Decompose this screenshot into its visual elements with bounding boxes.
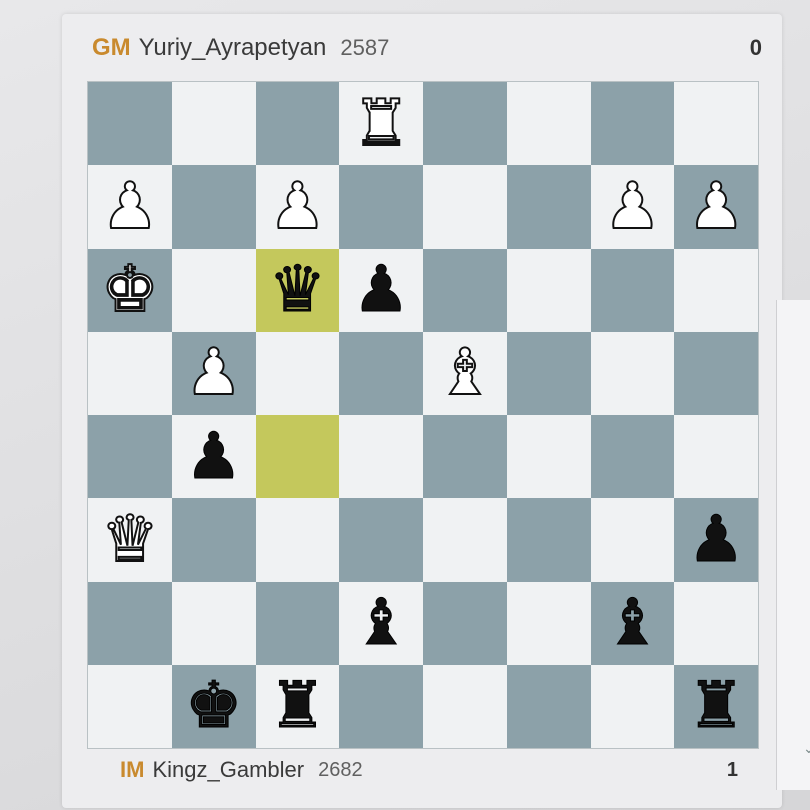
square-b8[interactable]	[171, 82, 256, 166]
square-b2[interactable]	[171, 581, 256, 665]
square-a5[interactable]	[88, 331, 172, 415]
square-b4[interactable]: ♟	[171, 415, 256, 499]
chess-board[interactable]: ♜ ♟ ♟ ♟ ♟ ♚ ♛ ♟ ♟ ♝ ♟ ♛ ♟ ♝ ♝ ♚ ♜ ♜	[88, 82, 758, 748]
square-h4[interactable]	[674, 415, 758, 499]
square-d6[interactable]: ♟	[339, 248, 423, 332]
white-pawn-icon[interactable]: ♟	[686, 174, 745, 240]
top-player-bar: GM Yuriy_Ayrapetyan 2587 0	[92, 28, 762, 68]
square-b3[interactable]	[171, 498, 256, 582]
square-e4[interactable]	[423, 415, 507, 499]
square-b5[interactable]: ♟	[171, 331, 256, 415]
black-rook-icon[interactable]: ♜	[687, 674, 745, 739]
square-a4[interactable]	[88, 415, 172, 499]
square-d4[interactable]	[339, 415, 423, 499]
square-b7[interactable]	[171, 165, 256, 249]
white-pawn-icon[interactable]: ♟	[268, 174, 327, 240]
screen: ⌄ GM Yuriy_Ayrapetyan 2587 0 ♜ ♟ ♟ ♟ ♟ ♚ ♛ ♟ ♟ ♝ ♟…	[0, 0, 810, 810]
square-d8[interactable]: ♜	[339, 82, 423, 166]
top-player-rating: 2587	[340, 35, 390, 60]
square-d5[interactable]	[339, 331, 423, 415]
square-h6[interactable]	[674, 248, 758, 332]
white-queen-icon[interactable]: ♛	[100, 507, 159, 573]
square-e3[interactable]	[423, 498, 507, 582]
square-f1[interactable]	[506, 664, 591, 748]
top-player-title: GM	[92, 34, 131, 61]
white-pawn-icon[interactable]: ♟	[603, 174, 662, 240]
square-g5[interactable]	[590, 331, 675, 415]
square-g1[interactable]	[590, 664, 675, 748]
black-pawn-icon[interactable]: ♟	[687, 507, 745, 572]
bottom-player-score: 1	[726, 758, 738, 781]
white-bishop-icon[interactable]: ♝	[435, 340, 494, 406]
square-h5[interactable]	[674, 331, 758, 415]
square-f8[interactable]	[506, 82, 591, 166]
square-f3[interactable]	[506, 498, 591, 582]
chevron-down-icon[interactable]: ⌄	[803, 740, 810, 757]
bottom-player-title: IM	[120, 757, 145, 782]
square-d2[interactable]: ♝	[339, 581, 423, 665]
square-b1[interactable]: ♚	[171, 664, 256, 748]
square-g2[interactable]: ♝	[590, 581, 675, 665]
square-f2[interactable]	[506, 581, 591, 665]
square-e6[interactable]	[423, 248, 507, 332]
square-c2[interactable]	[255, 581, 340, 665]
square-f4[interactable]	[506, 415, 591, 499]
white-pawn-icon[interactable]: ♟	[184, 340, 243, 406]
square-f6[interactable]	[506, 248, 591, 332]
square-a7[interactable]: ♟	[88, 165, 172, 249]
square-f5[interactable]	[506, 331, 591, 415]
square-a6[interactable]: ♚	[88, 248, 172, 332]
black-king-icon[interactable]: ♚	[184, 674, 242, 739]
black-rook-icon[interactable]: ♜	[268, 674, 326, 739]
square-c3[interactable]	[255, 498, 340, 582]
square-c8[interactable]	[255, 82, 340, 166]
square-a3[interactable]: ♛	[88, 498, 172, 582]
square-c4[interactable]	[255, 415, 340, 499]
black-bishop-icon[interactable]: ♝	[603, 591, 661, 656]
top-player-score: 0	[749, 35, 762, 60]
white-king-icon[interactable]: ♚	[100, 257, 159, 323]
square-c5[interactable]	[255, 331, 340, 415]
bottom-player-rating: 2682	[318, 758, 363, 781]
square-g6[interactable]	[590, 248, 675, 332]
square-d3[interactable]	[339, 498, 423, 582]
black-bishop-icon[interactable]: ♝	[352, 591, 410, 656]
square-h3[interactable]: ♟	[674, 498, 758, 582]
side-panel[interactable]: ⌄	[776, 300, 810, 790]
square-c6[interactable]: ♛	[255, 248, 340, 332]
square-a1[interactable]	[88, 664, 172, 748]
bottom-player-name[interactable]: Kingz_Gambler	[152, 757, 304, 783]
square-e7[interactable]	[423, 165, 507, 249]
square-a8[interactable]	[88, 82, 172, 166]
square-d1[interactable]	[339, 664, 423, 748]
square-c1[interactable]: ♜	[255, 664, 340, 748]
square-e5[interactable]: ♝	[423, 331, 507, 415]
square-h1[interactable]: ♜	[674, 664, 758, 748]
black-pawn-icon[interactable]: ♟	[352, 258, 410, 323]
bottom-player-bar: IM Kingz_Gambler 2682 1	[92, 750, 762, 790]
square-h2[interactable]	[674, 581, 758, 665]
square-g3[interactable]	[590, 498, 675, 582]
square-g8[interactable]	[590, 82, 675, 166]
square-d7[interactable]	[339, 165, 423, 249]
square-h7[interactable]: ♟	[674, 165, 758, 249]
square-b6[interactable]	[171, 248, 256, 332]
square-f7[interactable]	[506, 165, 591, 249]
square-a2[interactable]	[88, 581, 172, 665]
square-g7[interactable]: ♟	[590, 165, 675, 249]
white-rook-icon[interactable]: ♜	[351, 91, 410, 157]
square-c7[interactable]: ♟	[255, 165, 340, 249]
square-e2[interactable]	[423, 581, 507, 665]
square-e1[interactable]	[423, 664, 507, 748]
square-h8[interactable]	[674, 82, 758, 166]
square-e8[interactable]	[423, 82, 507, 166]
square-g4[interactable]	[590, 415, 675, 499]
white-pawn-icon[interactable]: ♟	[100, 174, 159, 240]
top-player-name[interactable]: Yuriy_Ayrapetyan	[139, 34, 327, 62]
black-queen-icon[interactable]: ♛	[268, 258, 326, 323]
black-pawn-icon[interactable]: ♟	[184, 424, 242, 489]
